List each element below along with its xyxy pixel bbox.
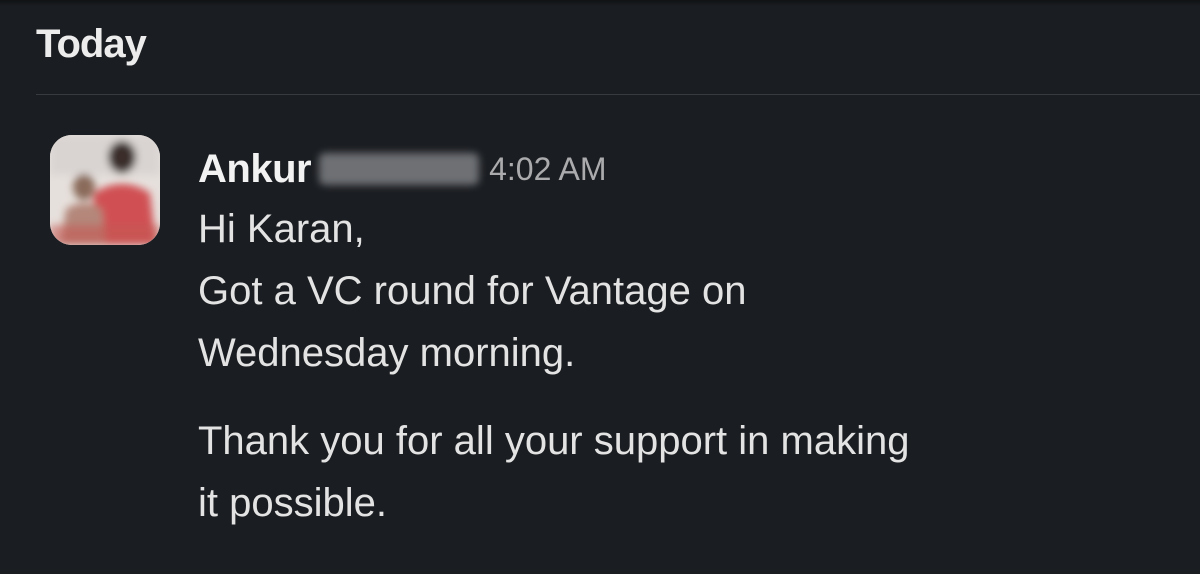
top-edge (0, 0, 1200, 6)
message-line: Wednesday morning. (198, 331, 576, 375)
sender-last-name-redacted (319, 153, 480, 185)
message-timestamp[interactable]: 4:02 AM (489, 151, 606, 188)
sender-name[interactable]: Ankur (198, 147, 312, 192)
message: Ankur 4:02 AM Hi Karan, Got a VC round f… (198, 140, 1178, 534)
message-line: Got a VC round for Vantage on (198, 269, 747, 313)
day-divider-line (36, 94, 1200, 95)
day-divider-label: Today (36, 22, 147, 66)
avatar[interactable] (50, 135, 160, 245)
avatar-photo (50, 135, 160, 245)
message-line: Thank you for all your support in making (198, 419, 910, 463)
message-line: it possible. (198, 481, 387, 525)
message-line: Hi Karan, (198, 207, 365, 251)
message-header: Ankur 4:02 AM (198, 140, 1178, 198)
